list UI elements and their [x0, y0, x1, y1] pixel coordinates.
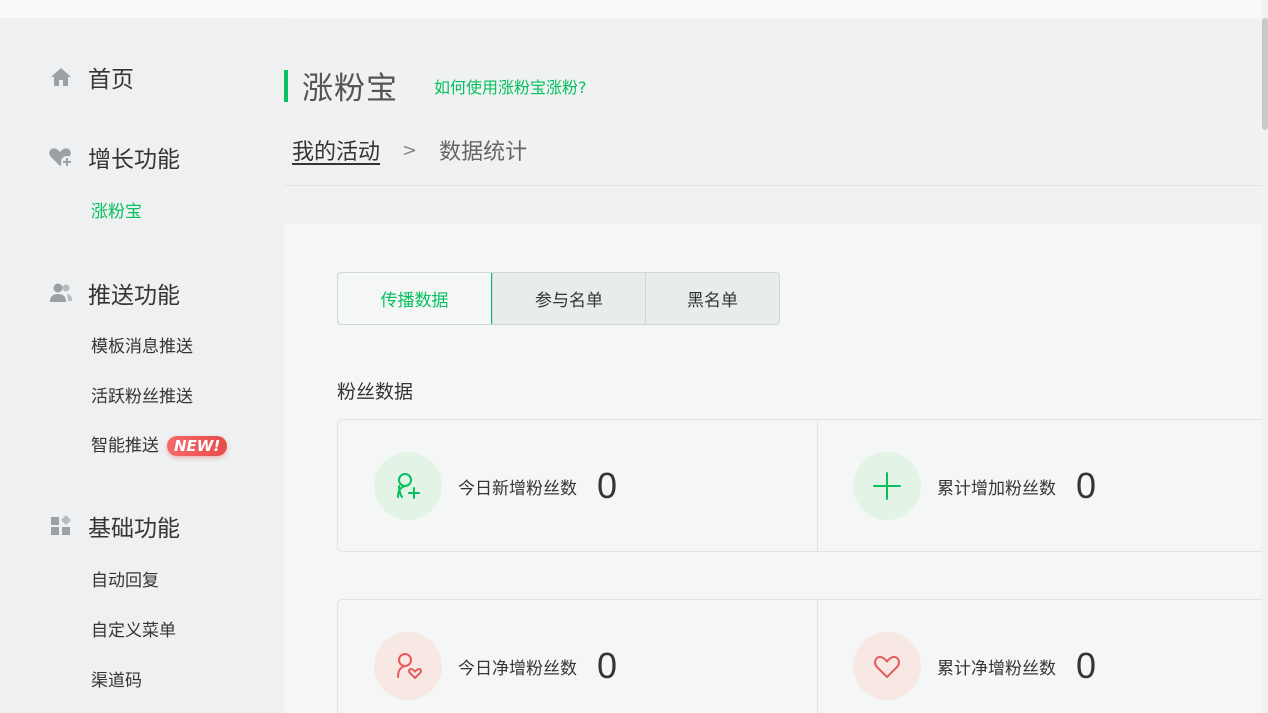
stat-today-net-fans: 今日净增粉丝数 0	[374, 631, 617, 701]
sidebar-group-basic: 基础功能	[48, 511, 180, 542]
sidebar-group-label: 推送功能	[88, 283, 180, 309]
sidebar-item-template-push[interactable]: 模板消息推送	[91, 335, 193, 359]
content-panel: 传播数据 参与名单 黑名单 粉丝数据 今日新增粉丝数 0 累计增加粉丝数 0 今…	[284, 224, 1268, 713]
tab-group: 传播数据 参与名单 黑名单	[337, 272, 780, 325]
sidebar-group-push: 推送功能	[48, 278, 180, 309]
top-bar	[0, 0, 1262, 18]
stat-value: 0	[1076, 645, 1097, 686]
heart-icon	[853, 632, 921, 700]
sidebar-item-label: 智能推送	[91, 436, 159, 456]
main-content: 涨粉宝 如何使用涨粉宝涨粉? 我的活动 > 数据统计 传播数据 参与名单 黑名单…	[284, 18, 1268, 713]
breadcrumb-current: 数据统计	[439, 140, 528, 165]
stat-label: 今日净增粉丝数	[458, 658, 577, 679]
sidebar-group-label: 增长功能	[88, 147, 180, 173]
user-heart-icon	[374, 632, 442, 700]
title-accent-bar	[284, 69, 288, 102]
heart-plus-icon	[48, 144, 74, 170]
sidebar-group-growth: 增长功能	[48, 142, 180, 173]
sidebar-item-zhangfenbao[interactable]: 涨粉宝	[91, 200, 142, 224]
stat-total-net-fans: 累计净增粉丝数 0	[853, 631, 1096, 701]
tab-participants[interactable]: 参与名单	[492, 273, 645, 324]
sidebar-item-home[interactable]: 首页	[48, 62, 134, 93]
sidebar-item-label: 首页	[88, 67, 134, 93]
sidebar-group-label: 基础功能	[88, 516, 180, 542]
section-title: 粉丝数据	[337, 381, 414, 403]
plus-icon	[853, 452, 921, 520]
sidebar-item-label: 模板消息推送	[91, 337, 193, 357]
sidebar-item-auto-reply[interactable]: 自动回复	[91, 569, 159, 593]
stat-value: 0	[597, 645, 618, 686]
sidebar-item-label: 涨粉宝	[91, 202, 142, 222]
stats-card: 今日新增粉丝数 0 累计增加粉丝数 0	[337, 419, 1268, 552]
scrollbar-thumb[interactable]	[1262, 18, 1268, 130]
stat-label: 累计净增粉丝数	[937, 658, 1056, 679]
grid-icon	[48, 513, 74, 539]
tab-spread-data[interactable]: 传播数据	[338, 273, 492, 324]
tab-blacklist[interactable]: 黑名单	[645, 273, 779, 324]
sidebar-item-active-fans-push[interactable]: 活跃粉丝推送	[91, 385, 193, 409]
sidebar-item-smart-push[interactable]: 智能推送 NEW!	[91, 434, 228, 458]
sidebar-item-custom-menu[interactable]: 自定义菜单	[91, 619, 176, 643]
user-plus-icon	[374, 452, 442, 520]
divider	[284, 185, 1262, 186]
new-badge: NEW!	[167, 436, 228, 456]
breadcrumb-separator: >	[402, 139, 418, 161]
stat-total-added-fans: 累计增加粉丝数 0	[853, 451, 1096, 521]
sidebar: 首页 增长功能 涨粉宝 推送功能 模板消息推送 活跃粉丝推送 智能推送 NEW!…	[0, 18, 284, 713]
users-icon	[48, 280, 74, 306]
column-divider	[817, 420, 818, 551]
stat-value: 0	[597, 465, 618, 506]
scrollbar-track[interactable]	[1262, 0, 1268, 713]
sidebar-item-channel-code[interactable]: 渠道码	[91, 669, 142, 693]
breadcrumb-parent-link[interactable]: 我的活动	[292, 134, 380, 166]
help-link[interactable]: 如何使用涨粉宝涨粉?	[434, 74, 587, 98]
breadcrumb: 我的活动 > 数据统计	[292, 134, 527, 166]
stat-value: 0	[1076, 465, 1097, 506]
stat-label: 今日新增粉丝数	[458, 478, 577, 499]
stats-card: 今日净增粉丝数 0 累计净增粉丝数 0	[337, 599, 1268, 713]
page-title: 涨粉宝	[302, 71, 398, 107]
sidebar-item-label: 活跃粉丝推送	[91, 387, 193, 407]
sidebar-item-label: 自定义菜单	[91, 621, 176, 641]
column-divider	[817, 600, 818, 713]
stat-today-new-fans: 今日新增粉丝数 0	[374, 451, 617, 521]
sidebar-item-label: 自动回复	[91, 571, 159, 591]
stat-label: 累计增加粉丝数	[937, 478, 1056, 499]
home-icon	[48, 64, 74, 90]
page-header: 涨粉宝 如何使用涨粉宝涨粉?	[284, 63, 587, 108]
sidebar-item-label: 渠道码	[91, 671, 142, 691]
